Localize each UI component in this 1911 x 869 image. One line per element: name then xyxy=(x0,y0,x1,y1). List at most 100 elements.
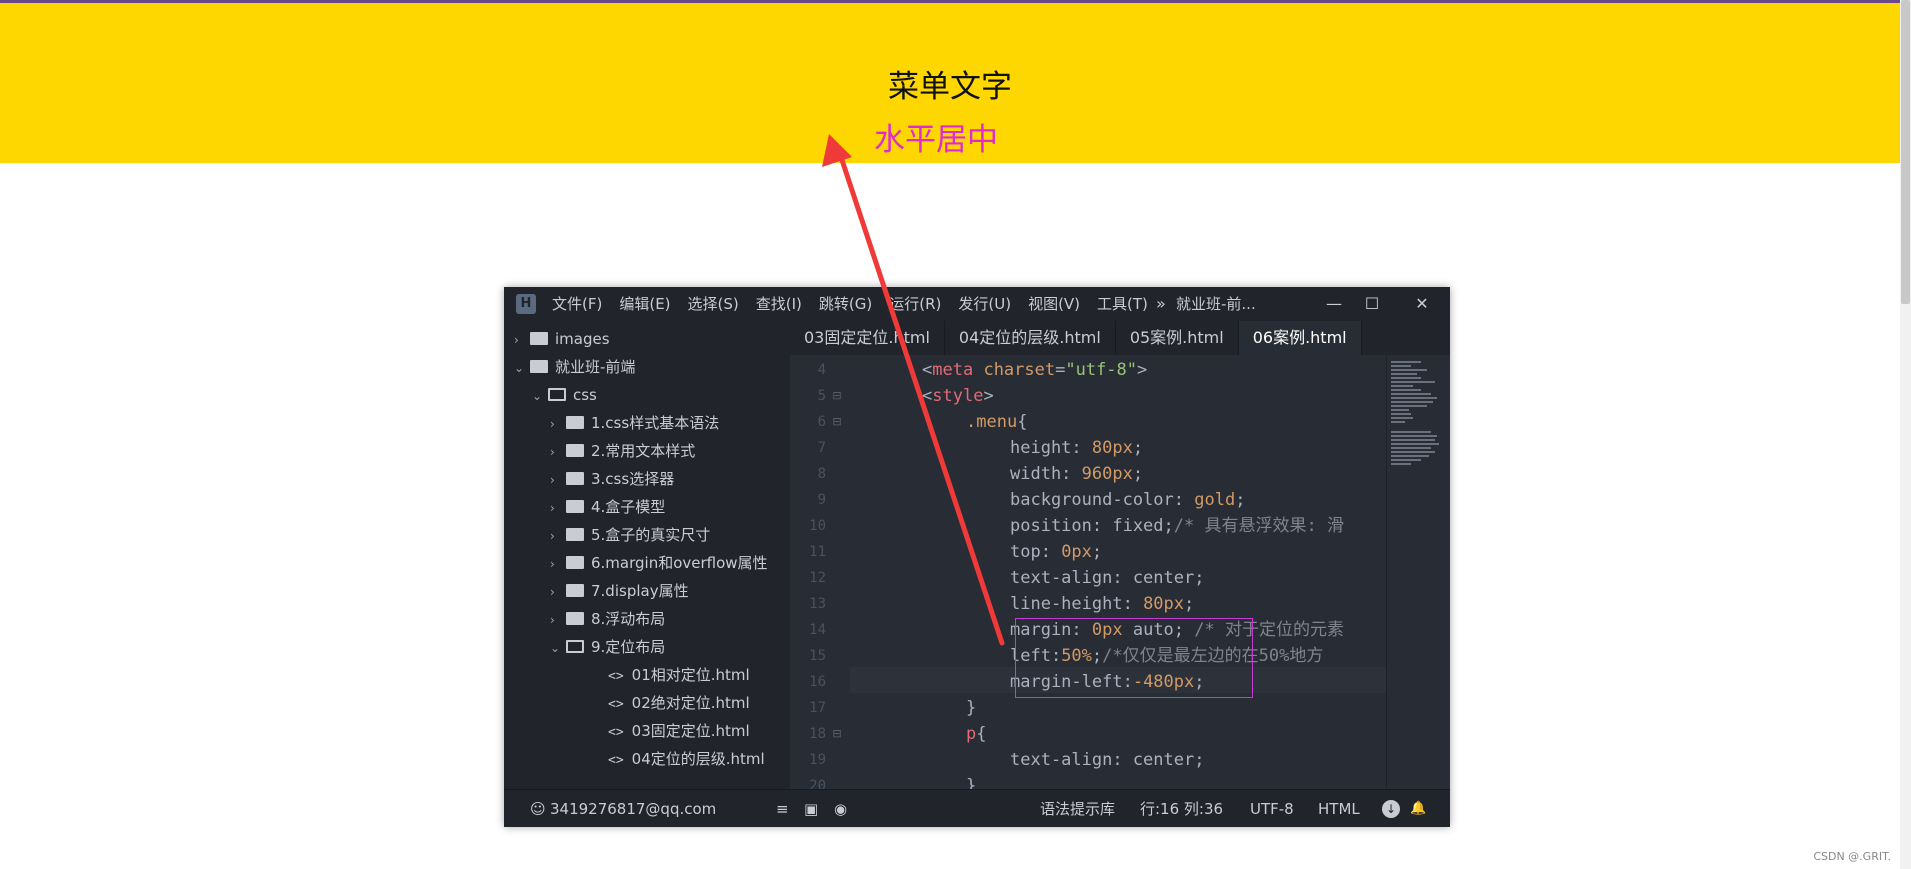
fold-toggle-icon[interactable]: ⊟ xyxy=(832,409,842,435)
tree-item-label: 3.css选择器 xyxy=(591,470,675,488)
minimize-button[interactable]: — xyxy=(1314,287,1354,321)
chevron-right-icon[interactable]: › xyxy=(550,606,566,634)
syntax-hint-lib[interactable]: 语法提示库 xyxy=(1040,790,1115,827)
tab-0[interactable]: 03固定定位.html xyxy=(790,321,945,355)
minimap-line xyxy=(1391,409,1409,411)
watermark: CSDN @.GRIT. xyxy=(1813,850,1891,863)
menu-item-0[interactable]: 文件(F) xyxy=(552,287,602,321)
file-code-icon: <> xyxy=(608,697,624,712)
menu-item-8[interactable]: 工具(T) xyxy=(1097,287,1148,321)
tree-item[interactable]: ⌄ 9.定位布局 xyxy=(550,633,665,661)
chevron-right-icon[interactable]: › xyxy=(550,410,566,438)
menu-item-4[interactable]: 跳转(G) xyxy=(819,287,872,321)
tree-item[interactable]: › 1.css样式基本语法 xyxy=(550,409,719,437)
account-label[interactable]: 3419276817@qq.com xyxy=(550,790,716,827)
line-number: 13 xyxy=(809,596,826,612)
minimap-line xyxy=(1391,401,1433,403)
chevron-right-icon[interactable]: › xyxy=(550,578,566,606)
account-icon[interactable]: ☺ xyxy=(530,790,546,827)
code-area[interactable]: <meta charset="utf-8"> <style> .menu{heigh… xyxy=(850,355,1386,789)
app-logo-icon: H xyxy=(516,294,536,314)
tab-3[interactable]: 06案例.html xyxy=(1238,321,1362,355)
fold-toggle-icon[interactable]: ⊟ xyxy=(832,721,842,747)
minimap-line xyxy=(1391,397,1437,399)
bell-icon[interactable]: 🔔 xyxy=(1410,790,1426,827)
menu-item-5[interactable]: 运行(R) xyxy=(889,287,941,321)
code-token: { xyxy=(1017,412,1028,432)
code-token: ; xyxy=(1235,490,1246,510)
folder-icon xyxy=(566,556,584,569)
menu-item-3[interactable]: 查找(I) xyxy=(756,287,802,321)
chevron-down-icon[interactable]: ⌄ xyxy=(532,382,548,410)
terminal-icon[interactable]: ▣ xyxy=(804,790,818,827)
tree-item[interactable]: ⌄ 就业班-前端 xyxy=(514,353,635,381)
tree-item[interactable]: › 8.浮动布局 xyxy=(550,605,665,633)
maximize-button[interactable]: ☐ xyxy=(1352,287,1392,321)
encoding-label[interactable]: UTF-8 xyxy=(1250,790,1294,827)
minimap-line xyxy=(1391,421,1405,423)
minimap-line xyxy=(1391,459,1421,461)
chevron-right-icon[interactable]: › xyxy=(550,494,566,522)
tree-item[interactable]: ⌄ css xyxy=(532,381,597,409)
minimap-line xyxy=(1391,451,1435,453)
close-button[interactable]: ✕ xyxy=(1402,287,1442,321)
line-number: 6 xyxy=(817,414,826,430)
tree-item[interactable]: › 6.margin和overflow属性 xyxy=(550,549,768,577)
tree-item[interactable]: › 3.css选择器 xyxy=(550,465,674,493)
chevron-right-icon[interactable]: › xyxy=(550,550,566,578)
folder-open-icon xyxy=(548,388,566,401)
tree-item[interactable]: <> 02绝对定位.html xyxy=(608,689,750,717)
chevron-right-icon[interactable]: › xyxy=(514,326,530,354)
line-number: 14 xyxy=(809,622,826,638)
code-line: } xyxy=(966,695,976,721)
code-token: } xyxy=(966,776,977,789)
tree-item[interactable]: <> 03固定定位.html xyxy=(608,717,750,745)
menu-item-2[interactable]: 选择(S) xyxy=(688,287,739,321)
code-token: 960px xyxy=(1081,464,1133,484)
page-scrollbar[interactable] xyxy=(1900,0,1911,869)
language-label[interactable]: HTML xyxy=(1318,790,1360,827)
code-line: p{ xyxy=(966,721,987,747)
chevron-right-icon[interactable]: › xyxy=(550,466,566,494)
tree-item[interactable]: › 5.盒子的真实尺寸 xyxy=(550,521,710,549)
code-token: line-height: xyxy=(1010,594,1144,614)
line-number: 12 xyxy=(809,570,826,586)
fold-toggle-icon[interactable]: ⊟ xyxy=(832,383,842,409)
download-icon[interactable]: ↓ xyxy=(1382,800,1400,818)
code-token: 0px xyxy=(1061,542,1092,562)
palette-icon[interactable]: ◉ xyxy=(834,790,847,827)
line-number: 4 xyxy=(817,362,826,378)
file-code-icon: <> xyxy=(608,669,624,684)
line-number: 8 xyxy=(817,466,826,482)
chevron-down-icon[interactable]: ⌄ xyxy=(514,354,530,382)
minimap-line xyxy=(1391,377,1421,379)
cursor-position[interactable]: 行:16 列:36 xyxy=(1140,790,1223,827)
code-token: width: xyxy=(1010,464,1082,484)
menu-item-7[interactable]: 视图(V) xyxy=(1028,287,1080,321)
code-line: .menu{ xyxy=(966,409,1027,435)
minimap[interactable] xyxy=(1386,355,1450,789)
tree-item-label: images xyxy=(555,330,610,348)
tree-item[interactable]: › 4.盒子模型 xyxy=(550,493,665,521)
code-line: text-align: center; xyxy=(1010,565,1204,591)
line-number: 7 xyxy=(817,440,826,456)
tab-1[interactable]: 04定位的层级.html xyxy=(945,321,1116,355)
folder-icon xyxy=(530,360,548,373)
tree-item[interactable]: › 7.display属性 xyxy=(550,577,689,605)
tree-item[interactable]: <> 01相对定位.html xyxy=(608,661,750,689)
tree-item[interactable]: › images xyxy=(514,325,610,353)
tree-item[interactable]: <> 04定位的层级.html xyxy=(608,745,765,773)
chevron-right-icon[interactable]: › xyxy=(550,522,566,550)
menu-item-6[interactable]: 发行(U) xyxy=(958,287,1011,321)
minimap-line xyxy=(1391,373,1417,375)
tab-2[interactable]: 05案例.html xyxy=(1116,321,1239,355)
chevron-right-icon[interactable]: › xyxy=(550,438,566,466)
tree-item[interactable]: › 2.常用文本样式 xyxy=(550,437,695,465)
outline-icon[interactable]: ≡ xyxy=(776,790,789,827)
code-token: ; xyxy=(1184,594,1195,614)
more-menus-icon[interactable]: » xyxy=(1156,287,1166,321)
scrollbar-thumb[interactable] xyxy=(1901,0,1910,304)
menu-item-1[interactable]: 编辑(E) xyxy=(619,287,670,321)
file-code-icon: <> xyxy=(608,753,624,768)
chevron-down-icon[interactable]: ⌄ xyxy=(550,634,566,662)
